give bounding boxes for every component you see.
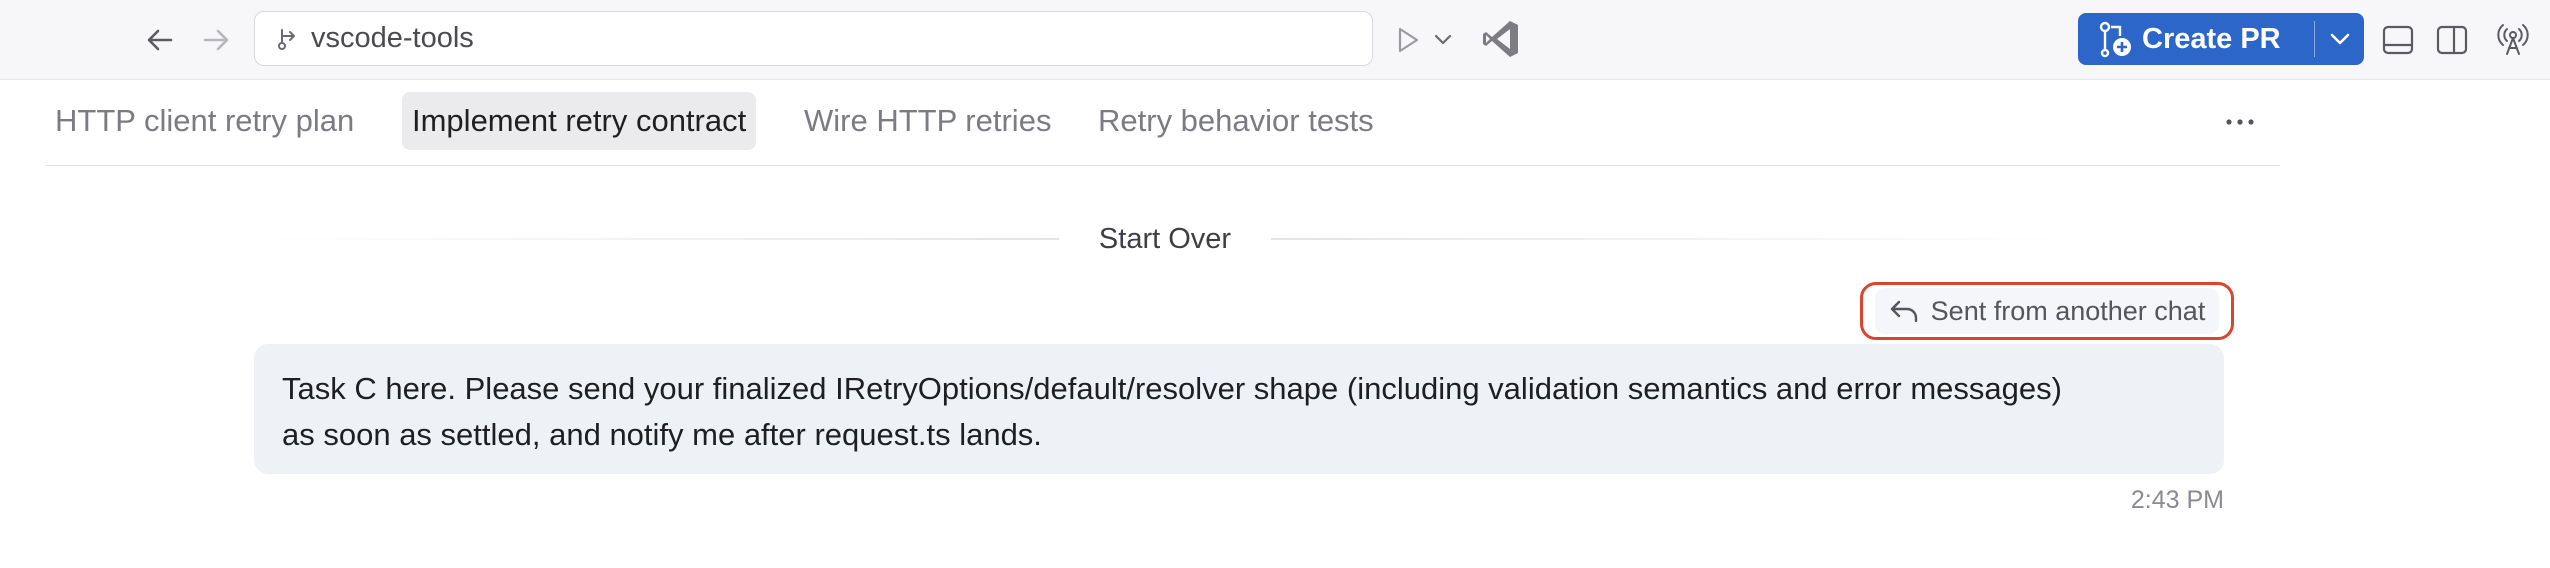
run-button[interactable] <box>1390 20 1426 60</box>
run-dropdown-button[interactable] <box>1430 24 1456 54</box>
chevron-down-icon <box>2330 33 2349 45</box>
sent-from-another-chat-badge[interactable]: Sent from another chat <box>1860 282 2234 340</box>
user-message-bubble: Task C here. Please send your finalized … <box>254 344 2224 474</box>
split-editor-button[interactable] <box>2432 20 2472 60</box>
message-line-2: as soon as settled, and notify me after … <box>282 417 1042 452</box>
arrow-right-icon <box>203 29 229 51</box>
ellipsis-icon <box>2226 119 2254 125</box>
start-over-divider: Start Over <box>260 216 2070 262</box>
branch-icon <box>278 28 295 50</box>
broadcast-button[interactable] <box>2492 18 2534 60</box>
broadcast-icon <box>2497 24 2529 55</box>
create-pr-dropdown[interactable] <box>2315 13 2364 65</box>
play-icon <box>1398 27 1419 53</box>
divider-line-right <box>1271 238 2070 240</box>
start-over-label[interactable]: Start Over <box>1059 223 1271 256</box>
toggle-panel-button[interactable] <box>2378 20 2418 60</box>
chevron-down-icon <box>1434 34 1452 45</box>
sent-badge-label: Sent from another chat <box>1930 295 2206 326</box>
panel-bottom-icon <box>2382 25 2414 55</box>
arrow-left-icon <box>147 29 173 51</box>
back-button[interactable] <box>140 20 180 60</box>
reply-icon <box>1890 300 1917 323</box>
message-timestamp: 2:43 PM <box>2130 486 2224 514</box>
create-pr-separator <box>2314 21 2315 57</box>
top-toolbar: vscode-tools Create PR <box>0 0 2550 80</box>
tab-http-client-retry-plan[interactable]: HTTP client retry plan <box>45 92 364 150</box>
split-editor-icon <box>2436 25 2468 55</box>
pull-request-add-icon <box>2099 21 2131 58</box>
address-text: vscode-tools <box>311 22 474 54</box>
sent-badge-inner: Sent from another chat <box>1874 288 2220 334</box>
tab-wire-http-retries[interactable]: Wire HTTP retries <box>794 92 1061 150</box>
divider-line-left <box>260 238 1059 240</box>
chat-tab-bar: HTTP client retry plan Implement retry c… <box>45 92 2280 166</box>
more-tabs-button[interactable] <box>2222 104 2258 140</box>
address-bar[interactable]: vscode-tools <box>254 11 1373 66</box>
tab-implement-retry-contract[interactable]: Implement retry contract <box>402 92 757 150</box>
tab-retry-behavior-tests[interactable]: Retry behavior tests <box>1088 92 1384 150</box>
vscode-icon <box>1483 21 1518 57</box>
create-pr-button[interactable]: Create PR <box>2078 13 2364 65</box>
forward-button[interactable] <box>196 20 236 60</box>
message-line-1: Task C here. Please send your finalized … <box>282 371 2062 406</box>
create-pr-label: Create PR <box>2142 22 2281 55</box>
create-pr-main[interactable]: Create PR <box>2078 13 2314 65</box>
vscode-button[interactable] <box>1480 16 1522 62</box>
